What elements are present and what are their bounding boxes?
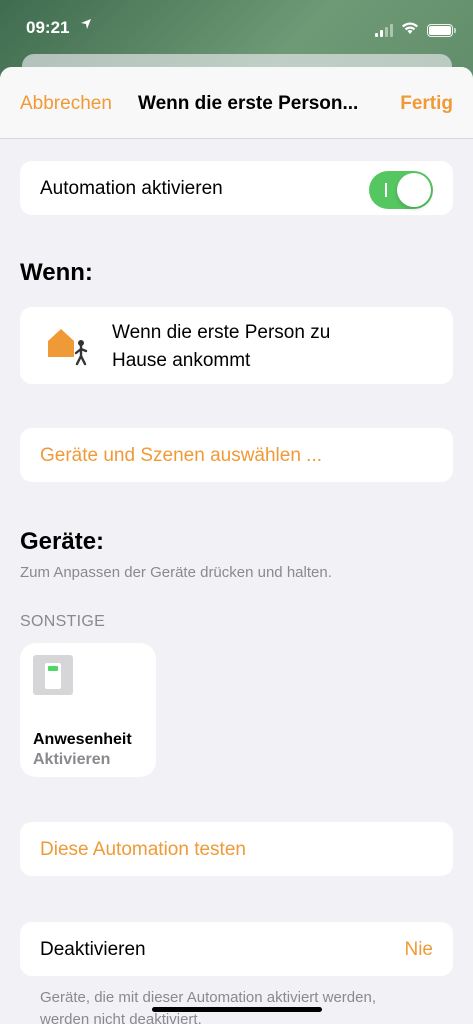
location-arrow-icon [80,17,92,33]
status-bar: 09:21 [0,0,473,58]
deactivate-row[interactable]: Deaktivieren Nie [20,922,453,976]
deactivate-value: Nie [404,939,433,960]
automation-toggle-row: Automation aktivieren [20,161,453,215]
deactivate-footnote: Geräte, die mit dieser Automation aktivi… [40,987,440,1024]
cancel-button[interactable]: Abbrechen [20,93,112,115]
group-header-other: SONSTIGE [20,613,106,630]
house-person-icon [46,323,92,369]
battery-icon [427,23,456,37]
automation-sheet: Abbrechen Wenn die erste Person... Ferti… [0,67,473,1024]
nav-title: Wenn die erste Person... [138,93,359,114]
footnote-line-1: Geräte, die mit dieser Automation aktivi… [40,989,376,1006]
cellular-signal-icon [375,23,393,37]
trigger-card[interactable]: Wenn die erste Person zu Hause ankommt [20,307,453,384]
automation-toggle-switch[interactable] [369,171,433,209]
status-time: 09:21 [26,18,70,37]
device-tile-status: Aktivieren [33,751,111,768]
select-devices-label: Geräte und Szenen auswählen ... [40,445,323,466]
when-section-title: Wenn: [20,259,93,286]
automation-toggle-label: Automation aktivieren [40,178,223,199]
switch-knob[interactable] [397,173,431,207]
devices-hint: Zum Anpassen der Geräte drücken und halt… [20,564,332,581]
navigation-bar: Abbrechen Wenn die erste Person... Ferti… [0,67,473,139]
home-indicator[interactable] [152,1007,322,1012]
device-tile-name: Anwesenheit [33,731,132,748]
trigger-description: Wenn die erste Person zu Hause ankommt [112,319,412,375]
test-automation-button[interactable]: Diese Automation testen [20,822,453,876]
select-devices-button[interactable]: Geräte und Szenen auswählen ... [20,428,453,482]
deactivate-label: Deaktivieren [40,939,146,960]
wifi-icon [401,20,419,40]
status-icons [375,20,456,40]
switch-on-indicator [385,183,387,197]
devices-section-title: Geräte: [20,528,105,555]
trigger-line-1: Wenn die erste Person zu [112,322,331,343]
done-button[interactable]: Fertig [400,93,453,115]
trigger-line-2: Hause ankommt [112,350,251,371]
device-tile-anwesenheit[interactable]: Anwesenheit Aktivieren [20,643,156,777]
switch-icon [33,655,73,695]
test-automation-label: Diese Automation testen [40,839,246,860]
